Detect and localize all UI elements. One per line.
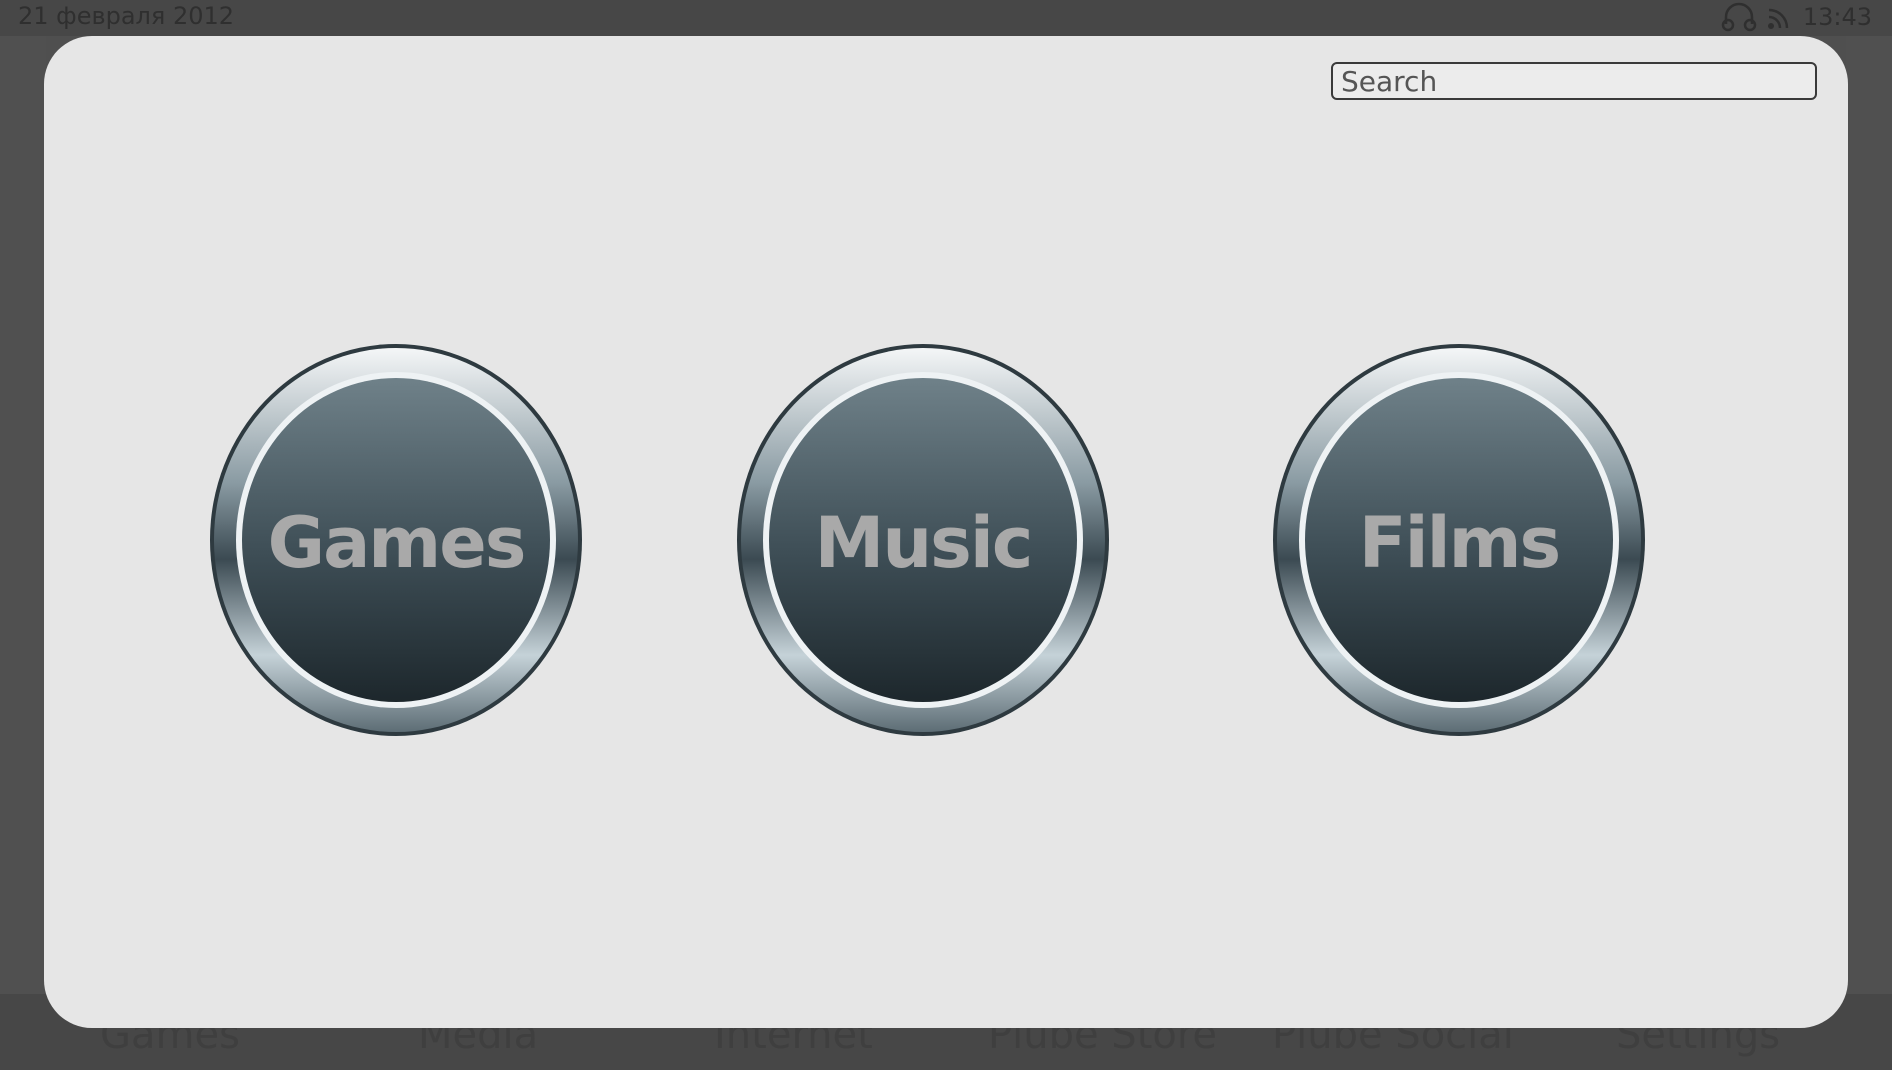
music-button[interactable]: Music (737, 344, 1109, 736)
status-time: 13:43 (1802, 3, 1872, 31)
films-button[interactable]: Films (1273, 344, 1645, 736)
media-panel: Games Music Films (44, 36, 1848, 1028)
headphones-icon (1721, 2, 1757, 32)
wifi-icon (1767, 4, 1793, 30)
music-button-label: Music (814, 502, 1034, 584)
background-left-strip (0, 36, 46, 994)
search-input[interactable] (1331, 62, 1817, 100)
games-button-label: Games (267, 502, 527, 584)
screen: 21 февраля 2012 13:43 Games Media Intern… (0, 0, 1892, 1070)
background-right-strip (1846, 36, 1892, 994)
films-button-label: Films (1358, 502, 1561, 584)
games-button[interactable]: Games (210, 344, 582, 736)
status-date: 21 февраля 2012 (18, 2, 235, 30)
status-indicators: 13:43 (1721, 0, 1872, 34)
status-bar: 21 февраля 2012 13:43 (0, 0, 1892, 36)
